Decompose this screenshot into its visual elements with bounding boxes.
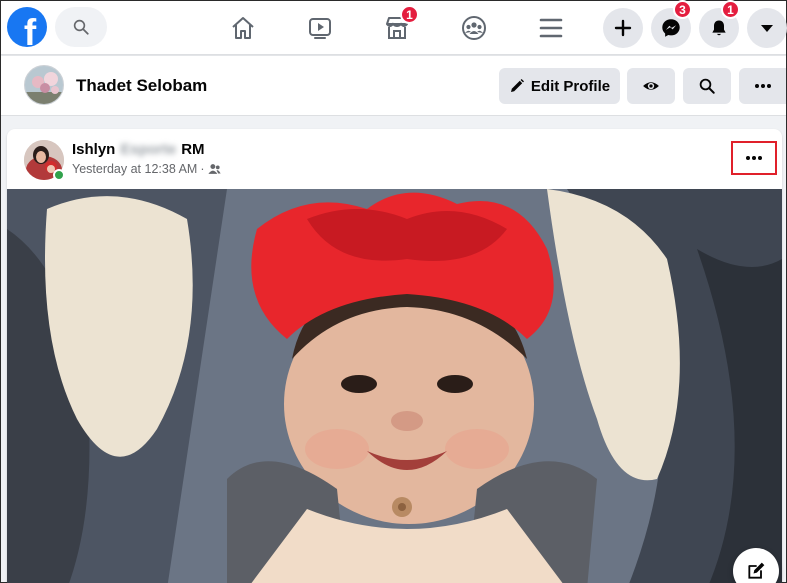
marketplace-badge: 1 — [400, 5, 419, 24]
author-first-name: Ishlyn — [72, 141, 116, 158]
search-icon — [73, 19, 89, 35]
messenger-button[interactable]: 3 — [651, 0, 692, 48]
messenger-badge: 3 — [673, 0, 692, 19]
notifications-button[interactable]: 1 — [699, 0, 740, 48]
tab-watch[interactable] — [293, 7, 347, 49]
view-as-button[interactable] — [627, 68, 675, 104]
search-icon — [699, 78, 715, 94]
bell-icon — [712, 20, 726, 36]
post-timestamp[interactable]: Yesterday at 12:38 AM — [72, 162, 197, 176]
edit-profile-label: Edit Profile — [530, 77, 611, 95]
more-horizontal-icon — [746, 156, 762, 160]
more-horizontal-icon — [754, 84, 771, 88]
search-button[interactable] — [55, 7, 107, 47]
tab-home[interactable] — [216, 7, 270, 49]
friends-icon[interactable] — [207, 163, 221, 175]
plus-icon — [614, 19, 632, 37]
compose-icon — [748, 562, 765, 579]
profile-name[interactable]: Thadet Selobam — [76, 76, 207, 96]
tab-menu[interactable] — [524, 7, 578, 49]
account-menu-button[interactable] — [747, 8, 787, 48]
post-author-name[interactable]: Ishlyn Esporte RM — [72, 141, 205, 158]
home-icon — [232, 17, 254, 39]
post-options-button[interactable] — [731, 141, 777, 175]
post-photo-illustration — [7, 189, 782, 583]
profile-more-button[interactable] — [739, 68, 786, 104]
meta-separator: · — [200, 162, 205, 176]
pencil-icon — [510, 79, 524, 92]
author-hidden-name: Esporte — [120, 141, 177, 158]
author-last-name: RM — [181, 141, 205, 158]
top-navigation-bar: f 1 3 1 — [1, 0, 787, 55]
caret-down-icon — [761, 25, 773, 32]
post-photo[interactable] — [7, 189, 782, 583]
profile-avatar-image — [25, 66, 63, 104]
watch-icon — [309, 18, 331, 39]
facebook-logo-letter: f — [23, 12, 37, 47]
eye-icon — [643, 82, 659, 90]
create-button[interactable] — [603, 8, 643, 48]
facebook-logo[interactable]: f — [7, 7, 47, 47]
online-status-dot — [53, 169, 65, 181]
profile-search-button[interactable] — [683, 68, 731, 104]
menu-icon — [539, 18, 563, 38]
post-card: Ishlyn Esporte RM Yesterday at 12:38 AM … — [7, 129, 782, 583]
notifications-badge: 1 — [721, 0, 740, 19]
messenger-icon — [662, 19, 680, 37]
tab-groups[interactable] — [447, 7, 501, 49]
profile-header-bar: Thadet Selobam Edit Profile — [1, 56, 786, 116]
tab-marketplace[interactable]: 1 — [370, 5, 424, 49]
groups-icon — [462, 16, 486, 40]
post-meta: Yesterday at 12:38 AM · — [72, 162, 221, 176]
profile-avatar[interactable] — [24, 65, 64, 105]
edit-profile-button[interactable]: Edit Profile — [499, 68, 620, 104]
